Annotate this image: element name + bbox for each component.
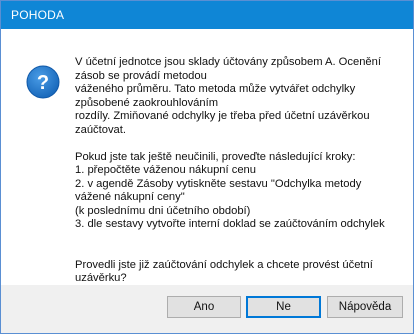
message-line: Pokud jste tak ještě neučinili, proveďte… xyxy=(75,150,356,163)
message-line: rozdíly. Zmiňované odchylky je třeba pře… xyxy=(75,110,370,122)
message-line: zaúčtovat. xyxy=(75,123,126,136)
message-dialog: POHODA ? V účetní jednotce jsou sklady ú… xyxy=(0,0,414,334)
question-icon: ? xyxy=(26,65,60,99)
message-text: V účetní jednotce jsou sklady účtovány z… xyxy=(75,56,401,286)
message-line: 2. v agendě Zásoby vytiskněte sestavu "O… xyxy=(75,177,362,190)
message-line xyxy=(75,245,401,259)
message-line: zásob se provádí metodou xyxy=(75,69,207,82)
message-line: 1. přepočtěte váženou nákupní cenu xyxy=(75,164,256,176)
yes-button[interactable]: Ano xyxy=(167,296,241,318)
message-line: 3. dle sestavy vytvořte interní doklad s… xyxy=(75,218,385,230)
question-glyph: ? xyxy=(37,72,49,94)
message-line: V účetní jednotce jsou sklady účtovány z… xyxy=(75,56,381,68)
message-line xyxy=(75,137,401,151)
message-line: vážené nákupní ceny" xyxy=(75,191,185,203)
message-line: způsobené zaokrouhlováním xyxy=(75,96,219,109)
button-bar: Ano Ne Nápověda xyxy=(1,285,413,333)
message-line: (k poslednímu dni účetního období) xyxy=(75,204,251,217)
title-bar[interactable]: POHODA xyxy=(1,1,413,29)
message-line xyxy=(75,232,401,246)
no-button[interactable]: Ne xyxy=(246,296,321,318)
window-title: POHODA xyxy=(11,8,65,22)
help-button[interactable]: Nápověda xyxy=(327,296,403,318)
message-line: uzávěrku? xyxy=(75,272,127,284)
message-line: Provedli jste již zaúčtování odchylek a … xyxy=(75,258,373,271)
message-line: váženého průměru. Tato metoda může vytvá… xyxy=(75,83,356,95)
